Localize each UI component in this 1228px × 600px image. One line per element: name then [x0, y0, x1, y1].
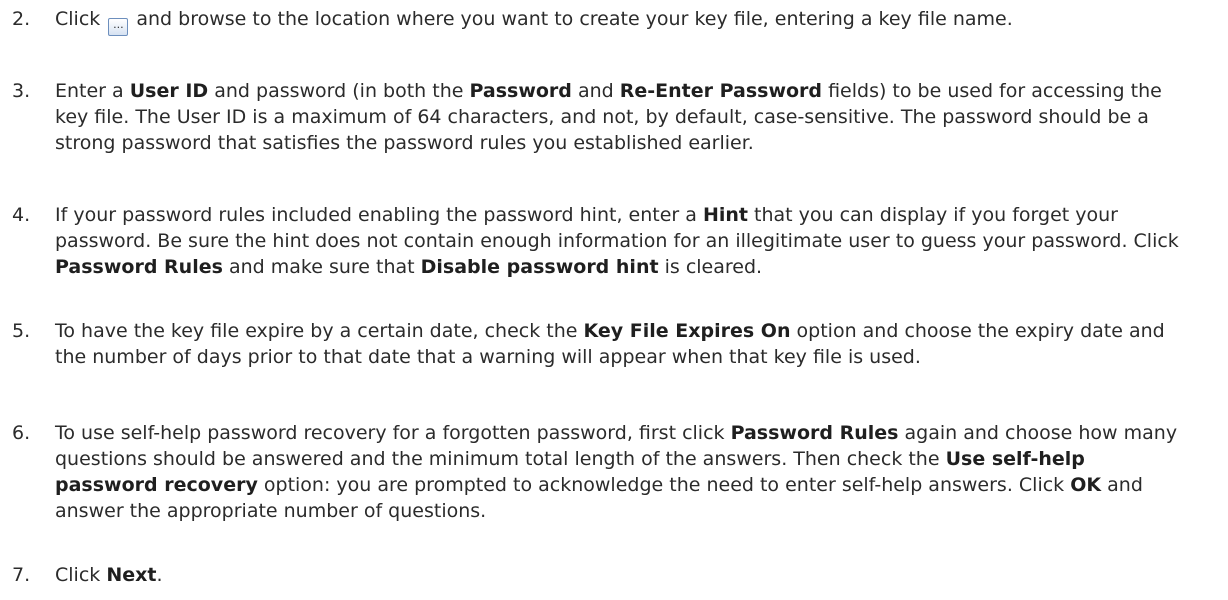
- text-run: Enter a: [55, 80, 130, 102]
- ui-term: OK: [1070, 474, 1102, 496]
- step-text: Click ... and browse to the location whe…: [55, 6, 1184, 36]
- text-run: .: [156, 564, 163, 586]
- step-number: 5.: [12, 320, 31, 342]
- step-text: Enter a User ID and password (in both th…: [55, 78, 1184, 156]
- text-run: If your password rules included enabling…: [55, 204, 703, 226]
- ui-term: Re-Enter Password: [619, 80, 823, 102]
- step-text: To have the key file expire by a certain…: [55, 318, 1184, 370]
- ui-term: Disable password hint: [420, 256, 659, 278]
- instruction-document: 2. Click ... and browse to the location …: [0, 0, 1228, 600]
- text-run: and password (in both the: [208, 80, 470, 102]
- ui-term: Password Rules: [730, 422, 899, 444]
- text-run: Click: [55, 564, 107, 586]
- step-text: Click Next.: [55, 562, 1184, 588]
- step-number: 3.: [12, 80, 31, 102]
- step-number: 4.: [12, 204, 31, 226]
- text-run: is cleared.: [658, 256, 763, 278]
- step-number: 2.: [12, 8, 31, 30]
- ui-term: Password Rules: [55, 256, 223, 278]
- browse-button-icon[interactable]: ...: [108, 18, 129, 36]
- ui-term: Next: [106, 564, 157, 586]
- ui-term: Key File Expires On: [583, 320, 791, 342]
- step-number: 7.: [12, 564, 31, 586]
- ui-term: User ID: [129, 80, 209, 102]
- step-number: 6.: [12, 422, 31, 444]
- text-run: To use self-help password recovery for a…: [55, 422, 731, 444]
- text-run: To have the key file expire by a certain…: [55, 320, 584, 342]
- step-text: If your password rules included enabling…: [55, 202, 1184, 280]
- text-run: option: you are prompted to acknowledge …: [257, 474, 1071, 496]
- text-run: and browse to the location where you wan…: [130, 8, 1013, 30]
- ui-term: Password: [469, 80, 572, 102]
- text-run: and make sure that: [222, 256, 421, 278]
- text-run: Click: [55, 8, 107, 30]
- text-run: and: [571, 80, 620, 102]
- ui-term: Hint: [702, 204, 748, 226]
- step-text: To use self-help password recovery for a…: [55, 420, 1184, 524]
